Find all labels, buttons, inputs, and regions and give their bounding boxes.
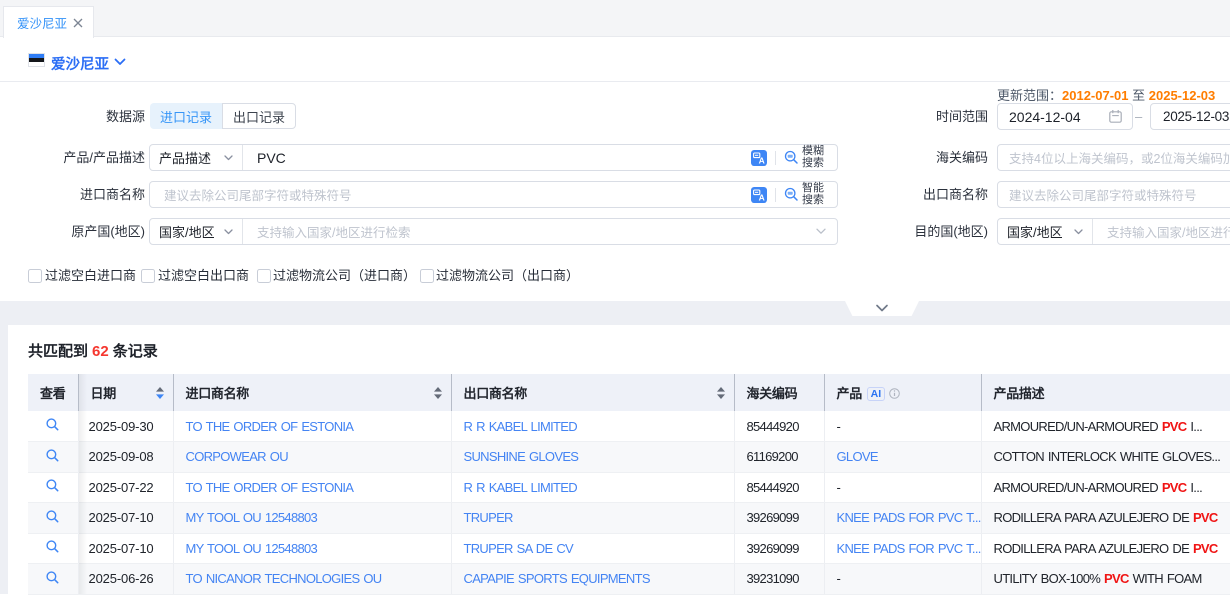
svg-text:A: A — [759, 155, 765, 165]
svg-text:A: A — [759, 192, 765, 202]
